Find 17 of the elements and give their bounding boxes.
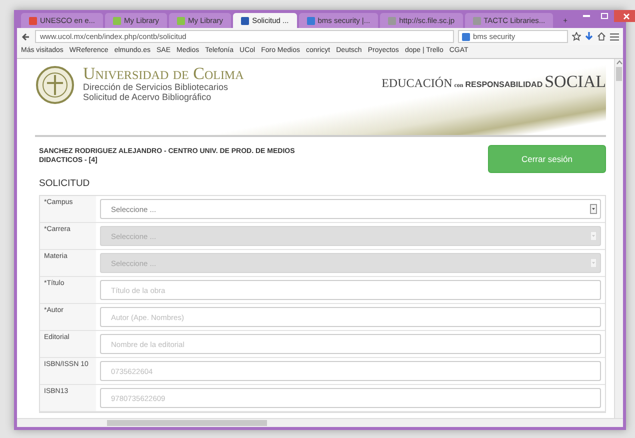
home-icon[interactable] [597, 32, 606, 41]
close-icon[interactable] [614, 10, 635, 22]
scrollbar-thumb[interactable] [616, 67, 622, 81]
menu-icon[interactable] [610, 32, 619, 40]
download-icon[interactable] [585, 32, 593, 41]
scroll-up-icon[interactable] [616, 59, 622, 65]
scrollbar-thumb[interactable] [107, 420, 267, 426]
star-icon[interactable] [572, 32, 581, 41]
university-seal-icon [35, 65, 75, 105]
slogan-text: SOCIAL [544, 71, 606, 93]
back-icon[interactable] [21, 32, 31, 42]
page-subtitle: Solicitud de Acervo Bibliográfico [83, 92, 212, 103]
university-name: Universidad de Colima [83, 65, 244, 82]
slogan-text: EDUCACIÓN [382, 75, 452, 92]
department-name: Dirección de Servicios Bibliotecarios [83, 82, 230, 92]
section-title: SOLICITUD [39, 177, 91, 191]
slogan-text: RESPONSABILIDAD [465, 79, 543, 91]
